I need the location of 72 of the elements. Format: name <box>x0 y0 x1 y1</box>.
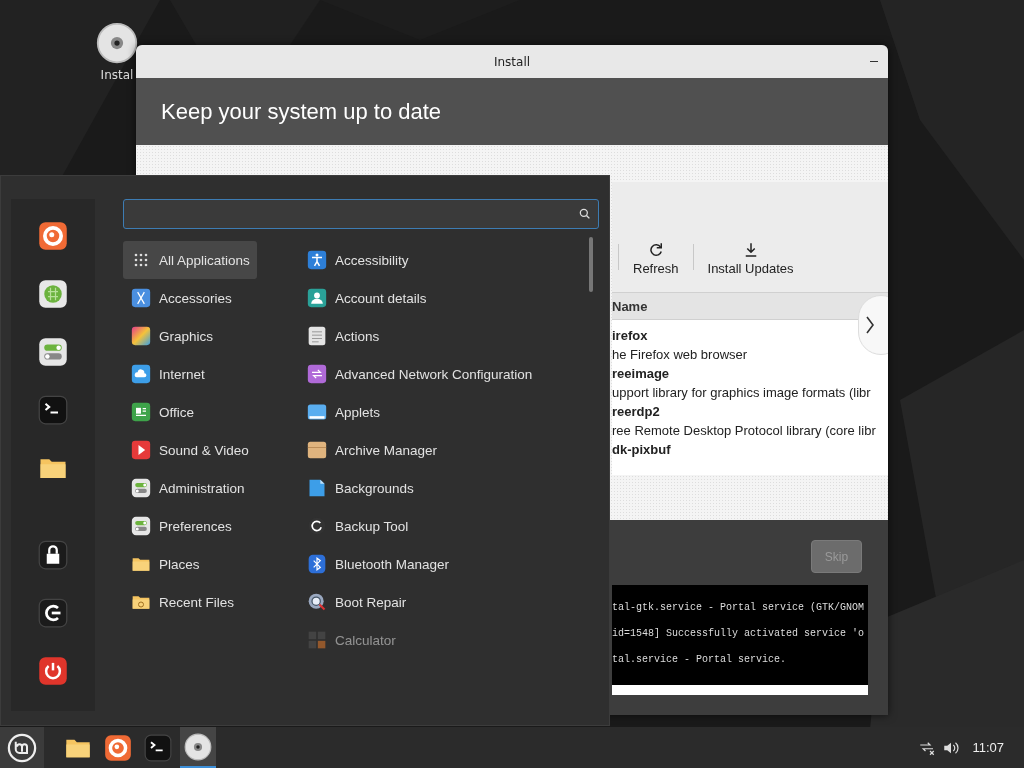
clock[interactable]: 11:07 <box>972 740 1004 755</box>
cloud-icon <box>131 364 151 384</box>
logout-icon[interactable] <box>38 598 68 628</box>
toolbar-button[interactable]: Install Updates <box>699 241 802 276</box>
software-icon[interactable] <box>38 279 68 309</box>
category-item[interactable]: All Applications <box>123 241 257 279</box>
magnifier-icon <box>307 592 327 612</box>
package-description: ree Remote Desktop Protocol library (core libr <box>612 422 877 440</box>
package-description: upport library for graphics image formats (libr <box>612 384 872 402</box>
taskbar-button[interactable] <box>180 727 216 768</box>
app-item[interactable]: Actions <box>299 317 601 355</box>
category-item[interactable]: Places <box>123 545 257 583</box>
terminal-line: id=1548] Successfully activated service 'o <box>612 627 866 641</box>
category-item[interactable]: Internet <box>123 355 257 393</box>
terminal-line: tal-gtk.service - Portal service (GTK/GNOM <box>612 601 866 615</box>
app-item[interactable]: Accessibility <box>299 241 601 279</box>
play-icon <box>131 440 151 460</box>
power-icon[interactable] <box>38 656 68 686</box>
scissors-icon <box>131 288 151 308</box>
package-name: dk-pixbuf <box>612 441 672 459</box>
leaf-logo-icon <box>7 732 37 763</box>
app-item[interactable]: Advanced Network Configuration <box>299 355 601 393</box>
terminal-line: tal.service - Portal service. <box>612 653 788 667</box>
app-item[interactable]: Boot Repair <box>299 583 601 621</box>
category-item[interactable]: Sound & Video <box>123 431 257 469</box>
accessibility-icon <box>307 250 327 270</box>
scrollbar[interactable] <box>589 237 593 292</box>
search-icon <box>578 207 592 221</box>
picture-file-icon <box>307 478 327 498</box>
app-item[interactable]: Applets <box>299 393 601 431</box>
window-title: Install <box>493 54 531 69</box>
category-item[interactable]: Graphics <box>123 317 257 355</box>
terminal-icon[interactable] <box>38 395 68 425</box>
disc-icon[interactable] <box>96 22 138 64</box>
package-name: reeimage <box>612 365 671 383</box>
search-field[interactable] <box>123 199 599 229</box>
app-item[interactable]: Bluetooth Manager <box>299 545 601 583</box>
browser-icon[interactable] <box>38 221 68 251</box>
app-item[interactable]: Calculator <box>299 621 601 659</box>
bluetooth-icon <box>307 554 327 574</box>
person-icon <box>307 288 327 308</box>
list-icon <box>307 326 327 346</box>
app-item[interactable]: Archive Manager <box>299 431 601 469</box>
applets-icon <box>307 402 327 422</box>
category-item[interactable]: Accessories <box>123 279 257 317</box>
column-header[interactable]: Name <box>612 298 648 314</box>
browser-icon <box>104 733 132 762</box>
toggles-icon[interactable] <box>38 337 68 367</box>
desktop-icon-label[interactable]: Instal <box>100 68 134 82</box>
package-name: reerdp2 <box>612 403 661 421</box>
toolbar-button[interactable]: Refresh <box>625 241 687 276</box>
app-item[interactable]: Backup Tool <box>299 507 601 545</box>
category-item[interactable]: Recent Files <box>123 583 257 621</box>
app-item[interactable]: Account details <box>299 279 601 317</box>
heading: Keep your system up to date <box>161 98 442 125</box>
package-name: irefox <box>612 327 649 345</box>
color-palette-icon <box>131 326 151 346</box>
calculator-icon <box>307 630 327 650</box>
terminal-icon <box>144 733 172 762</box>
network-icon <box>307 364 327 384</box>
package-description: he Firefox web browser <box>612 346 749 364</box>
lock-icon[interactable] <box>38 540 68 570</box>
category-item[interactable]: Administration <box>123 469 257 507</box>
archive-icon <box>307 440 327 460</box>
toggles-icon <box>131 516 151 536</box>
category-item[interactable]: Office <box>123 393 257 431</box>
app-item[interactable]: Backgrounds <box>299 469 601 507</box>
disc-icon <box>184 732 212 761</box>
toggles-icon <box>131 478 151 498</box>
menu-button[interactable] <box>0 727 44 768</box>
category-item[interactable]: Preferences <box>123 507 257 545</box>
document-icon <box>131 402 151 422</box>
